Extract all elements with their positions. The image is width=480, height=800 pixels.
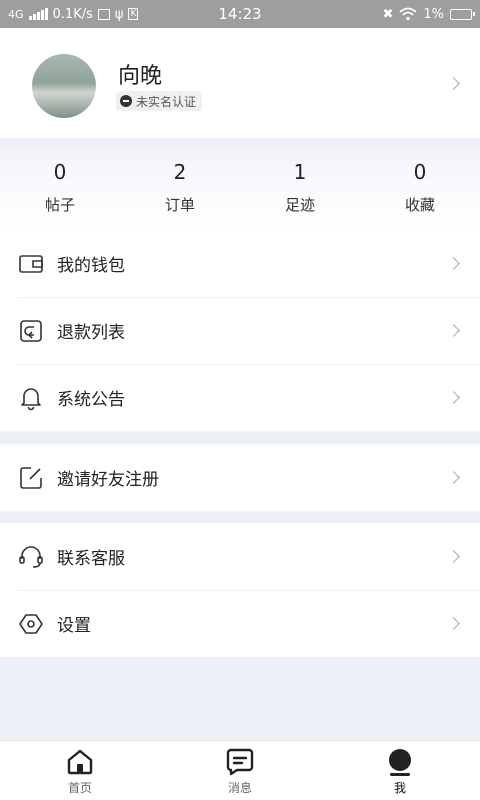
stat-label: 订单	[164, 196, 195, 214]
menu-item-invite[interactable]: 邀请好友注册	[0, 444, 480, 511]
battery-icon	[450, 8, 475, 20]
stat-label: 收藏	[404, 196, 435, 214]
menu-group-account: 我的钱包 退款列表 系统公告	[0, 230, 480, 431]
tab-home[interactable]: 首页	[0, 741, 160, 800]
chevron-right-icon	[447, 617, 460, 630]
menu-item-announcements[interactable]: 系统公告	[0, 364, 480, 431]
menu-label: 邀请好友注册	[57, 470, 159, 490]
bell-icon	[21, 388, 41, 411]
edit-icon	[20, 467, 42, 489]
stat-favorites[interactable]: 0 收藏	[360, 146, 480, 230]
menu-item-refunds[interactable]: 退款列表	[0, 297, 480, 364]
menu-label: 联系客服	[57, 549, 125, 569]
stat-orders[interactable]: 2 订单	[120, 146, 240, 230]
verification-badge[interactable]: 未实名认证	[116, 91, 203, 111]
screenshot-icon	[97, 8, 110, 20]
menu-label: 设置	[57, 616, 91, 636]
stat-footprints[interactable]: 1 足迹	[240, 146, 360, 230]
bottom-nav: 首页 消息 我	[0, 740, 480, 800]
menu-item-settings[interactable]: 设置	[0, 590, 480, 657]
tab-label: 首页	[67, 781, 92, 795]
chevron-right-icon	[447, 77, 460, 90]
usb-icon: ψ	[114, 6, 124, 22]
chevron-right-icon	[447, 471, 460, 484]
menu-label: 退款列表	[57, 323, 125, 343]
usb-badge: K	[128, 8, 139, 20]
signal-icon	[28, 8, 48, 20]
menu-item-support[interactable]: 联系客服	[0, 523, 480, 590]
tab-label: 我	[393, 781, 406, 795]
chevron-right-icon	[447, 324, 460, 337]
headset-icon	[19, 546, 43, 568]
menu-label: 系统公告	[57, 390, 125, 410]
stat-posts[interactable]: 0 帖子	[0, 146, 120, 230]
stat-label: 帖子	[44, 196, 75, 214]
user-name: 向晚	[118, 64, 163, 89]
chevron-right-icon	[447, 391, 460, 404]
minus-circle-icon	[120, 95, 132, 107]
chevron-right-icon	[447, 257, 460, 270]
tab-label: 消息	[227, 781, 252, 795]
stat-value: 0	[413, 160, 427, 184]
wifi-icon	[399, 7, 417, 21]
menu-group-invite: 邀请好友注册	[0, 444, 480, 511]
network-speed: 0.1K/s	[52, 6, 93, 22]
menu-label: 我的钱包	[57, 256, 125, 276]
stat-value: 0	[53, 160, 67, 184]
gear-icon	[19, 614, 43, 634]
status-bar: 4G 0.1K/s ψ K 14:23 ✖ 1%	[0, 0, 480, 28]
avatar[interactable]	[32, 54, 96, 118]
mute-icon: ✖	[382, 6, 394, 22]
tab-messages[interactable]: 消息	[160, 741, 320, 800]
menu-group-support: 联系客服 设置	[0, 523, 480, 657]
message-icon	[226, 748, 254, 776]
stat-value: 1	[293, 160, 307, 184]
tab-me[interactable]: 我	[320, 741, 480, 800]
battery-percent: 1%	[423, 6, 444, 22]
refund-icon	[20, 320, 42, 342]
chevron-right-icon	[447, 550, 460, 563]
wallet-icon	[19, 255, 43, 273]
stat-value: 2	[173, 160, 187, 184]
home-icon	[67, 749, 93, 775]
network-type: 4G	[8, 7, 24, 21]
user-icon	[389, 749, 411, 776]
stats-bar: 0 帖子 2 订单 1 足迹 0 收藏	[0, 146, 480, 230]
profile-header[interactable]: 向晚 未实名认证	[0, 28, 480, 138]
stat-label: 足迹	[284, 196, 315, 214]
menu-item-wallet[interactable]: 我的钱包	[0, 230, 480, 297]
verification-label: 未实名认证	[136, 94, 197, 109]
